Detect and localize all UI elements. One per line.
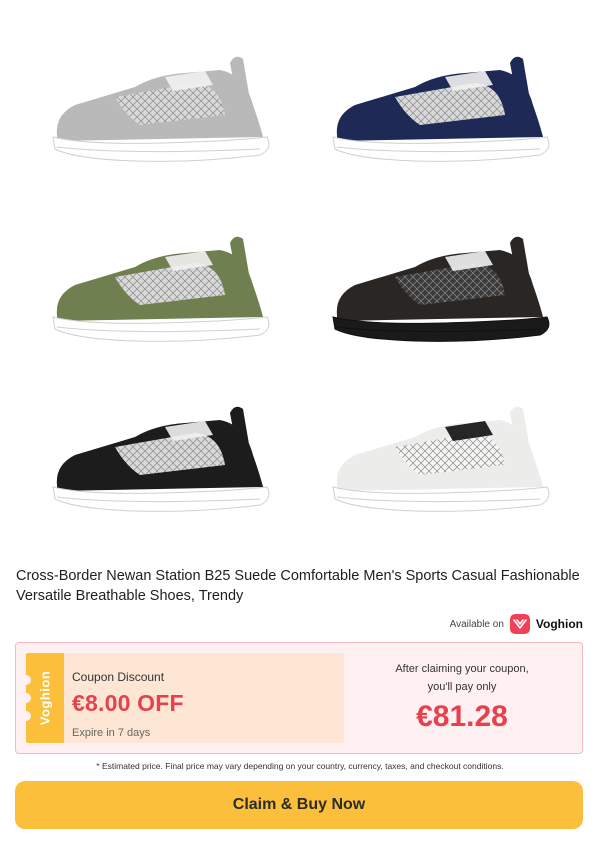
- coupon-ticket[interactable]: Voghion Coupon Discount €8.00 OFF Expire…: [26, 653, 344, 743]
- product-image-black[interactable]: [325, 225, 555, 355]
- coupon-panel: Voghion Coupon Discount €8.00 OFF Expire…: [15, 642, 583, 754]
- brand-name: Voghion: [535, 617, 583, 631]
- product-image-black-white[interactable]: [45, 395, 275, 525]
- ticket-notch: [26, 675, 31, 685]
- product-gallery: [0, 0, 600, 560]
- coupon-stub-brand: Voghion: [37, 670, 53, 726]
- ticket-notch: [26, 693, 31, 703]
- available-on-label: Available on: [449, 618, 504, 630]
- product-title: Cross-Border Newan Station B25 Suede Com…: [16, 568, 580, 604]
- pay-line-2: you'll pay only: [427, 681, 497, 693]
- coupon-expire: Expire in 7 days: [72, 727, 151, 739]
- availability-badge: Available on Voghion: [450, 613, 583, 635]
- coupon-amount: €8.00 OFF: [72, 690, 184, 716]
- coupon-label: Coupon Discount: [72, 670, 165, 684]
- coupon-stub: Voghion: [26, 653, 64, 743]
- claim-buy-button[interactable]: Claim & Buy Now: [15, 781, 583, 829]
- pay-line-1: After claiming your coupon,: [395, 663, 529, 675]
- product-image-olive[interactable]: [45, 225, 275, 355]
- product-image-white[interactable]: [325, 395, 555, 525]
- price-disclaimer: * Estimated price. Final price may vary …: [96, 761, 504, 771]
- ticket-notch: [26, 711, 31, 721]
- product-image-grey[interactable]: [45, 45, 275, 175]
- product-image-navy[interactable]: [325, 45, 555, 175]
- voghion-logo-icon: [509, 614, 530, 634]
- final-price: €81.28: [416, 700, 508, 733]
- pay-after-coupon-text: After claiming your coupon, you'll pay o…: [376, 660, 548, 696]
